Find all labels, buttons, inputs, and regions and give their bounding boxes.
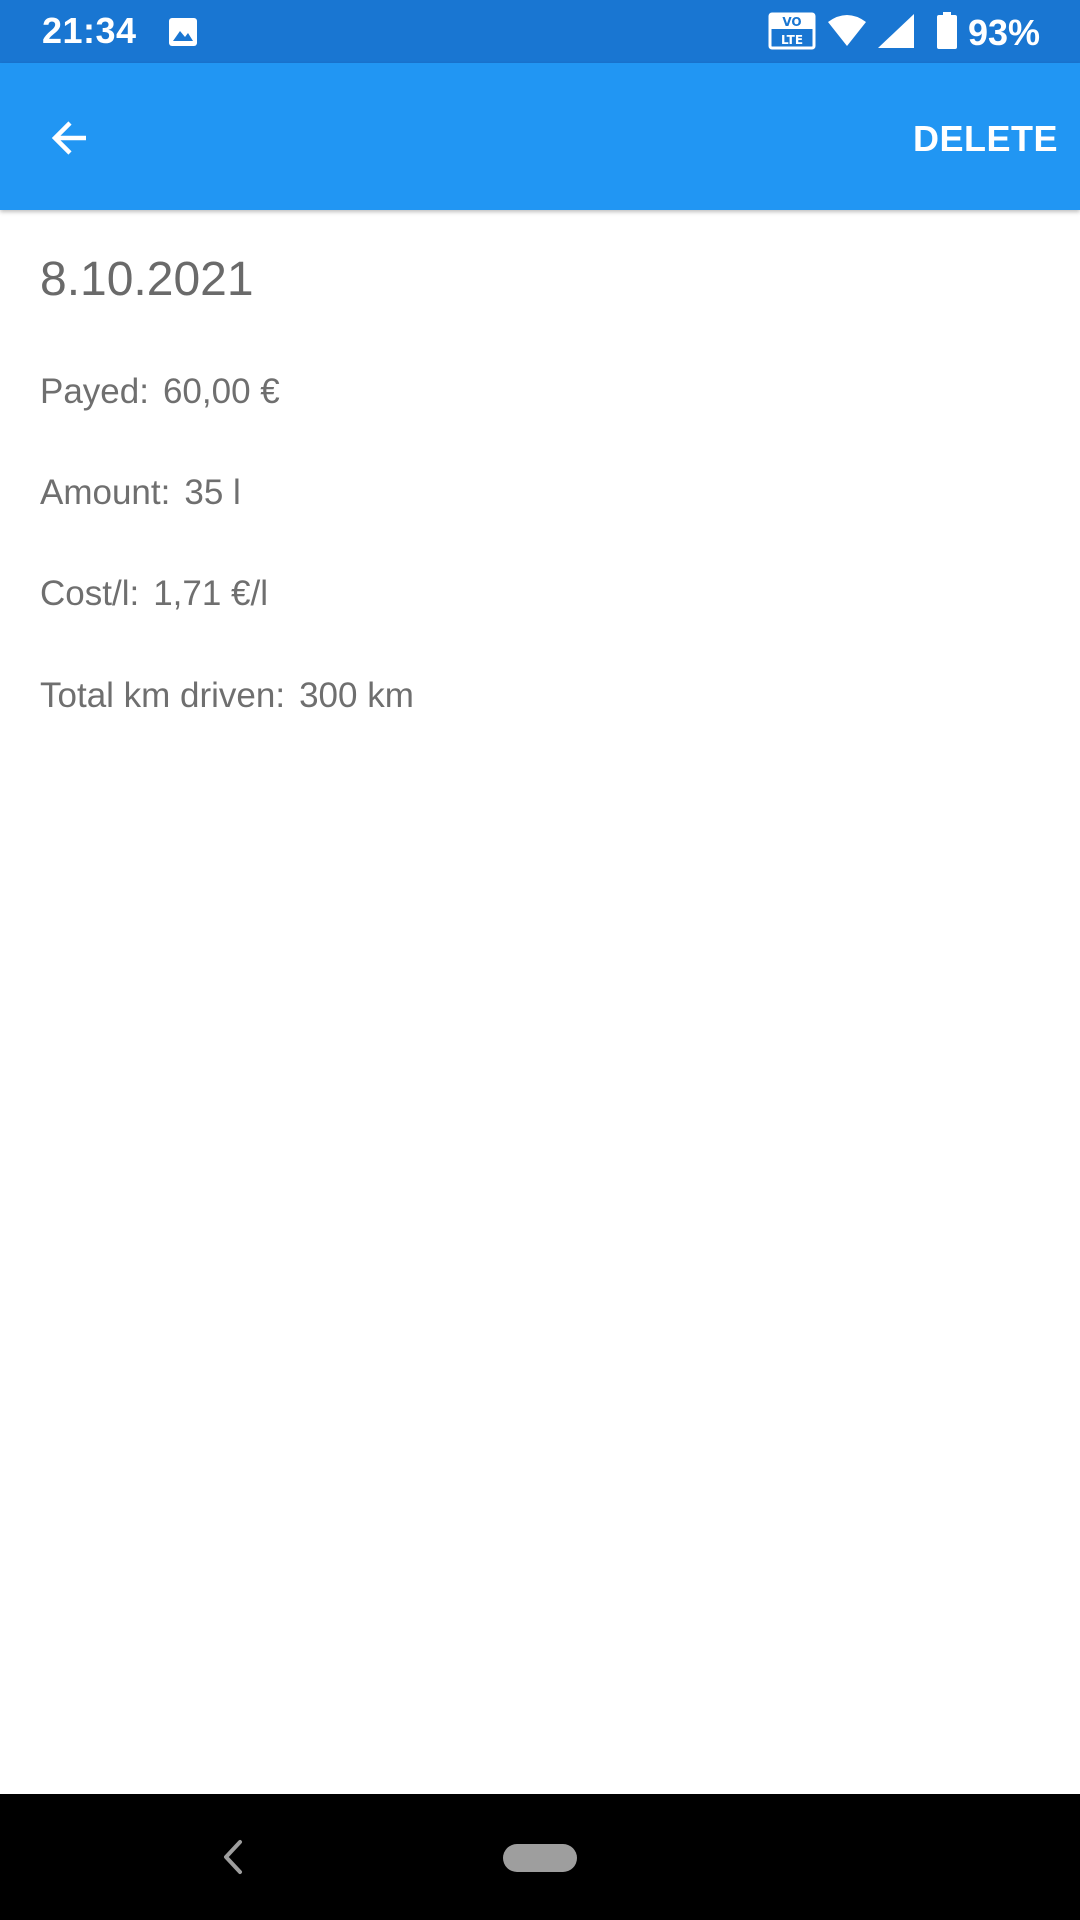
cost-per-liter-row: Cost/l: 1,71 €/l [40,572,268,616]
total-km-row: Total km driven: 300 km [40,674,414,718]
back-button[interactable] [30,103,110,173]
km-value: 300 km [299,676,414,715]
battery-percentage: 93% [968,12,1041,53]
app-bar: DELETE [0,63,1080,210]
payed-value: 60,00 € [162,372,280,411]
cost-value: 1,71 €/l [153,574,269,613]
battery-icon [937,12,957,49]
gallery-icon [169,18,197,46]
home-pill-icon[interactable] [503,1844,577,1872]
cost-label: Cost/l: [40,574,140,613]
amount-value: 35 l [184,473,241,512]
payed-label: Payed: [40,372,149,411]
amount-label: Amount: [40,473,171,512]
chevron-left-icon[interactable] [214,1834,254,1880]
screen: 21:34 VO LTE 93% DELETE 8.10.2021 Payed:… [0,0,1080,1920]
navigation-bar [0,1794,1080,1920]
delete-button[interactable]: DELETE [913,111,1058,167]
signal-icon [878,14,914,48]
volte-icon: VO LTE [768,12,816,50]
status-time: 21:34 [42,10,137,51]
svg-text:VO: VO [782,15,801,29]
status-bar: 21:34 VO LTE 93% [0,0,1080,63]
km-label: Total km driven: [40,676,286,715]
svg-text:LTE: LTE [781,33,803,47]
payed-row: Payed: 60,00 € [40,370,280,414]
entry-date: 8.10.2021 [40,253,254,306]
entry-details: 8.10.2021 Payed: 60,00 € Amount: 35 l Cost… [40,250,1040,715]
arrow-back-icon [51,121,86,155]
amount-row: Amount: 35 l [40,471,241,515]
wifi-icon [828,15,866,46]
